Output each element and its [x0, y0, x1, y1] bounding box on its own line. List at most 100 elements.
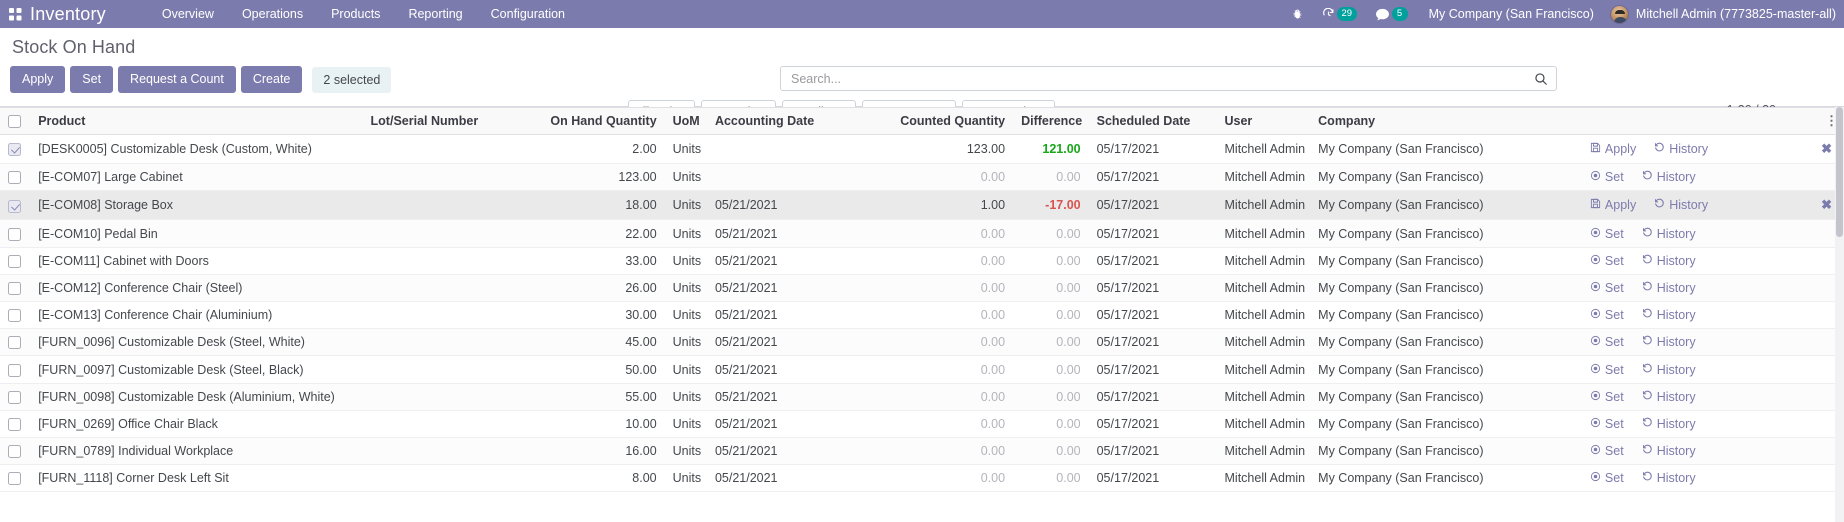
table-row[interactable]: [E-COM13] Conference Chair (Aluminium) 30…: [0, 301, 1844, 330]
cell-counted-quantity[interactable]: 0.00: [835, 410, 1014, 439]
cell-counted-quantity[interactable]: 0.00: [835, 355, 1014, 384]
row-select-cell[interactable]: [0, 437, 31, 466]
cell-counted-quantity[interactable]: 0.00: [835, 247, 1014, 275]
select-all-checkbox[interactable]: [8, 115, 21, 129]
column-product[interactable]: Product: [30, 107, 363, 136]
cell-counted-quantity[interactable]: 0.00: [835, 328, 1014, 357]
row-checkbox[interactable]: [8, 309, 21, 323]
row-history-button[interactable]: History: [1642, 281, 1696, 295]
row-checkbox[interactable]: [8, 199, 21, 213]
row-set-button[interactable]: Set: [1590, 170, 1624, 184]
row-history-button[interactable]: History: [1642, 471, 1696, 485]
row-select-cell[interactable]: [0, 247, 31, 275]
row-discard-button[interactable]: ✖: [1821, 197, 1836, 213]
row-set-button[interactable]: Set: [1590, 281, 1624, 295]
row-set-button[interactable]: Set: [1590, 390, 1624, 404]
bug-icon[interactable]: [1282, 8, 1313, 21]
row-checkbox[interactable]: [8, 171, 21, 185]
row-checkbox[interactable]: [8, 282, 21, 296]
table-row[interactable]: [E-COM07] Large Cabinet 123.00 Units 0.00 0.…: [0, 163, 1844, 192]
table-row[interactable]: [FURN_0269] Office Chair Black 10.00 Units…: [0, 410, 1844, 439]
table-row[interactable]: [FURN_0097] Customizable Desk (Steel, Bl…: [0, 355, 1844, 384]
menu-products[interactable]: Products: [317, 0, 394, 28]
table-row[interactable]: [E-COM12] Conference Chair (Steel) 26.00 U…: [0, 274, 1844, 303]
set-button[interactable]: Set: [70, 66, 114, 94]
row-apply-button[interactable]: Apply: [1590, 142, 1636, 156]
search-input[interactable]: [789, 70, 1534, 87]
apps-grid-icon[interactable]: [0, 7, 30, 21]
row-checkbox[interactable]: [8, 472, 21, 486]
row-set-button[interactable]: Set: [1590, 254, 1624, 268]
row-select-cell[interactable]: [0, 274, 31, 303]
row-checkbox[interactable]: [8, 336, 21, 350]
menu-overview[interactable]: Overview: [148, 0, 228, 28]
row-select-cell[interactable]: [0, 355, 31, 384]
row-set-button[interactable]: Set: [1590, 444, 1624, 458]
table-row[interactable]: [E-COM11] Cabinet with Doors 33.00 Units 05…: [0, 247, 1844, 275]
row-set-button[interactable]: Set: [1590, 335, 1624, 349]
row-history-button[interactable]: History: [1642, 170, 1696, 184]
row-set-button[interactable]: Set: [1590, 471, 1624, 485]
cell-counted-quantity[interactable]: 0.00: [835, 437, 1014, 466]
row-set-button[interactable]: Set: [1590, 308, 1624, 322]
column-counted-quantity[interactable]: Counted Quantity: [835, 107, 1014, 136]
row-history-button[interactable]: History: [1642, 390, 1696, 404]
table-row[interactable]: [FURN_0098] Customizable Desk (Aluminium…: [0, 383, 1844, 411]
row-select-cell[interactable]: [0, 163, 31, 192]
row-history-button[interactable]: History: [1642, 227, 1696, 241]
column-accounting-date[interactable]: Accounting Date: [706, 107, 836, 136]
row-history-button[interactable]: History: [1642, 308, 1696, 322]
row-checkbox[interactable]: [8, 227, 21, 241]
row-checkbox[interactable]: [8, 390, 21, 404]
row-history-button[interactable]: History: [1654, 142, 1708, 156]
table-row[interactable]: [DESK0005] Customizable Desk (Custom, Wh…: [0, 134, 1844, 165]
search-bar[interactable]: [780, 66, 1557, 91]
row-select-cell[interactable]: [0, 383, 31, 411]
selection-count-badge[interactable]: 2 selected: [312, 66, 392, 93]
row-select-cell[interactable]: [0, 190, 31, 221]
cell-counted-quantity[interactable]: 123.00: [835, 134, 1014, 165]
row-set-button[interactable]: Set: [1590, 417, 1624, 431]
cell-counted-quantity[interactable]: 0.00: [835, 219, 1014, 248]
user-menu[interactable]: Mitchell Admin (7773825-master-all): [1606, 4, 1836, 24]
column-uom[interactable]: UoM: [664, 107, 707, 136]
vertical-scrollbar[interactable]: [1835, 107, 1844, 522]
row-history-button[interactable]: History: [1642, 417, 1696, 431]
app-brand[interactable]: Inventory: [30, 4, 106, 25]
row-checkbox[interactable]: [8, 143, 21, 157]
row-history-button[interactable]: History: [1642, 335, 1696, 349]
row-select-cell[interactable]: [0, 464, 31, 493]
cell-counted-quantity[interactable]: 0.00: [835, 274, 1014, 303]
company-switcher[interactable]: My Company (San Francisco): [1417, 7, 1606, 21]
row-history-button[interactable]: History: [1642, 444, 1696, 458]
cell-counted-quantity[interactable]: 0.00: [835, 464, 1014, 493]
column-lot-serial-number[interactable]: Lot/Serial Number: [362, 107, 529, 136]
row-checkbox[interactable]: [8, 445, 21, 459]
row-select-cell[interactable]: [0, 410, 31, 439]
table-row[interactable]: [FURN_0789] Individual Workplace 16.00 Uni…: [0, 437, 1844, 466]
row-checkbox[interactable]: [8, 363, 21, 377]
row-select-cell[interactable]: [0, 328, 31, 357]
cell-counted-quantity[interactable]: 0.00: [835, 163, 1014, 192]
cell-counted-quantity[interactable]: 0.00: [835, 383, 1014, 411]
table-row[interactable]: [E-COM10] Pedal Bin 22.00 Units 05/21/2021 0…: [0, 219, 1844, 248]
apply-button[interactable]: Apply: [10, 66, 66, 94]
column-on-hand-quantity[interactable]: On Hand Quantity: [528, 107, 665, 136]
row-set-button[interactable]: Set: [1590, 227, 1624, 241]
scrollbar-thumb[interactable]: [1836, 107, 1843, 237]
cell-counted-quantity[interactable]: 1.00: [835, 190, 1014, 221]
column-difference[interactable]: Difference: [1013, 107, 1089, 136]
row-select-cell[interactable]: [0, 134, 31, 165]
row-checkbox[interactable]: [8, 254, 21, 268]
search-icon[interactable]: [1534, 72, 1548, 86]
activity-clock-icon[interactable]: 29: [1313, 6, 1366, 22]
table-row[interactable]: [E-COM08] Storage Box 18.00 Units 05/21/202…: [0, 190, 1844, 221]
row-set-button[interactable]: Set: [1590, 363, 1624, 377]
messages-chat-icon[interactable]: 5: [1366, 6, 1417, 22]
row-checkbox[interactable]: [8, 418, 21, 432]
row-select-cell[interactable]: [0, 301, 31, 330]
table-row[interactable]: [FURN_0096] Customizable Desk (Steel, Wh…: [0, 328, 1844, 357]
row-history-button[interactable]: History: [1642, 363, 1696, 377]
column-company[interactable]: Company: [1310, 107, 1562, 136]
row-apply-button[interactable]: Apply: [1590, 198, 1636, 212]
